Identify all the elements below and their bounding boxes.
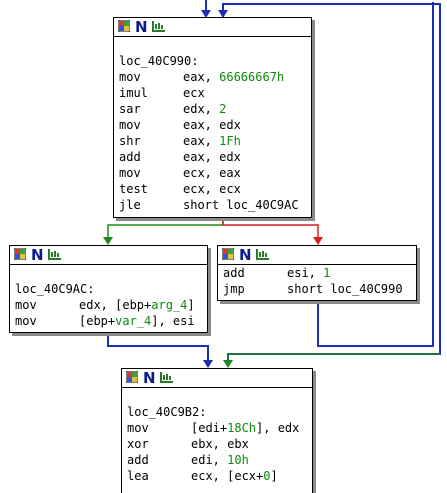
instruction-line[interactable]: test ecx, ecx [119, 181, 307, 197]
operand[interactable]: eax, edx [183, 118, 241, 132]
instruction-line[interactable]: jmp short loc_40C990 [223, 281, 412, 297]
immediate-value[interactable]: 10h [227, 453, 249, 467]
n-letter-icon: N [31, 246, 44, 264]
instruction-line[interactable]: mov edx, [ebp+arg_4] [15, 297, 203, 313]
edge-false-branch-arrow [313, 237, 323, 245]
node-header[interactable]: N [10, 246, 207, 265]
operand[interactable]: short loc_40C9AC [183, 198, 299, 212]
instruction-line[interactable]: lea ecx, [ecx+0] [127, 468, 308, 484]
stack-variable[interactable]: var_4 [115, 314, 151, 328]
code-label[interactable]: loc_40C9AC: [15, 281, 203, 297]
graph-grid-icon [222, 248, 234, 260]
instruction-line[interactable]: mov [edi+18Ch], edx [127, 420, 308, 436]
instruction-line[interactable]: add eax, edx [119, 149, 307, 165]
operand[interactable]: [ebp+ [79, 314, 115, 328]
instruction-line[interactable]: mov eax, 66666667h [119, 69, 307, 85]
mnemonic[interactable]: lea [127, 468, 191, 484]
mnemonic[interactable]: mov [119, 165, 183, 181]
node-header[interactable]: N [114, 18, 311, 37]
operand[interactable]: edi, [191, 453, 227, 467]
instruction-line[interactable]: jle short loc_40C9AC [119, 197, 307, 213]
graph-grid-icon [126, 371, 138, 383]
edge-green-merge-arrow [223, 360, 233, 368]
mnemonic[interactable]: imul [119, 85, 183, 101]
operand[interactable]: edx, [183, 102, 219, 116]
operand[interactable]: edx, [ebp+ [79, 298, 151, 312]
stack-variable[interactable]: arg_4 [151, 298, 187, 312]
operand[interactable]: eax, [183, 134, 219, 148]
mnemonic[interactable]: test [119, 181, 183, 197]
immediate-value[interactable]: 2 [219, 102, 226, 116]
instruction-line[interactable]: imul ecx [119, 85, 307, 101]
mnemonic[interactable]: sar [119, 101, 183, 117]
mnemonic[interactable]: shr [119, 133, 183, 149]
operand[interactable]: eax, edx [183, 150, 241, 164]
label-icon [48, 249, 61, 260]
mnemonic[interactable]: xor [127, 436, 191, 452]
graph-grid-icon [14, 248, 26, 260]
instruction-line[interactable]: sar edx, 2 [119, 101, 307, 117]
label-icon [152, 21, 165, 32]
instruction-line[interactable]: mov [ebp+var_4], esi [15, 313, 203, 329]
label-icon [160, 372, 173, 383]
instruction-line[interactable]: mov eax, edx [119, 117, 307, 133]
code-label[interactable]: loc_40C9B2: [127, 404, 308, 420]
graph-node-add-esi[interactable]: N add esi, 1 jmp short loc_40C990 [217, 245, 417, 301]
graph-node-loc-40c990[interactable]: N loc_40C990: mov eax, 66666667h imul ecx sa… [113, 17, 312, 218]
n-letter-icon: N [143, 369, 156, 387]
operand[interactable]: eax, [183, 70, 219, 84]
mnemonic[interactable]: mov [15, 313, 79, 329]
mnemonic[interactable]: add [119, 149, 183, 165]
immediate-value[interactable]: 66666667h [219, 70, 284, 84]
edge-true-branch-arrow [103, 237, 113, 245]
operand[interactable]: ecx, [ecx+ [191, 469, 263, 483]
mnemonic[interactable]: mov [127, 420, 191, 436]
node-header[interactable]: N [122, 369, 312, 388]
n-letter-icon: N [239, 246, 252, 264]
instruction-line[interactable]: shr eax, 1Fh [119, 133, 307, 149]
operand[interactable]: ] [187, 298, 194, 312]
instruction-line[interactable]: mov ecx, eax [119, 165, 307, 181]
operand[interactable]: ] [270, 469, 277, 483]
label-icon [256, 249, 269, 260]
graph-node-loc-40c9ac[interactable]: N loc_40C9AC: mov edx, [ebp+arg_4] mov [ebp… [9, 245, 208, 333]
operand[interactable]: ebx, ebx [191, 437, 249, 451]
edge-true-branch [107, 216, 224, 237]
immediate-value[interactable]: 1 [323, 266, 330, 280]
operand[interactable]: ecx, ecx [183, 182, 241, 196]
mnemonic[interactable]: add [223, 265, 287, 281]
operand[interactable]: esi, [287, 266, 323, 280]
immediate-value[interactable]: 1Fh [219, 134, 241, 148]
node-body: add esi, 1 jmp short loc_40C990 [218, 265, 416, 297]
immediate-value[interactable]: 18Ch [227, 421, 256, 435]
edge-fallthrough [107, 333, 209, 360]
operand[interactable]: ], edx [256, 421, 299, 435]
operand[interactable]: ], esi [151, 314, 194, 328]
mnemonic[interactable]: jmp [223, 281, 287, 297]
node-body: loc_40C9B2: mov [edi+18Ch], edx xor ebx, eb… [122, 388, 312, 484]
graph-node-loc-40c9b2[interactable]: N loc_40C9B2: mov [edi+18Ch], edx xor ebx, … [121, 368, 313, 493]
mnemonic[interactable]: add [127, 452, 191, 468]
node-header[interactable]: N [218, 246, 416, 265]
node-body: loc_40C990: mov eax, 66666667h imul ecx sar e… [114, 37, 311, 213]
graph-grid-icon [118, 20, 130, 32]
node-body: loc_40C9AC: mov edx, [ebp+arg_4] mov [ebp+v… [10, 265, 207, 329]
operand[interactable]: [edi+ [191, 421, 227, 435]
mnemonic[interactable]: mov [15, 297, 79, 313]
operand[interactable]: short loc_40C990 [287, 282, 403, 296]
n-letter-icon: N [135, 18, 148, 36]
edge-fallthrough-arrow [203, 360, 213, 368]
edge-false-branch [222, 216, 319, 237]
instruction-line[interactable]: add esi, 1 [223, 265, 412, 281]
code-label[interactable]: loc_40C990: [119, 53, 307, 69]
mnemonic[interactable]: mov [119, 69, 183, 85]
mnemonic[interactable]: jle [119, 197, 183, 213]
operand[interactable]: ecx, eax [183, 166, 241, 180]
instruction-line[interactable]: add edi, 10h [127, 452, 308, 468]
instruction-line[interactable]: xor ebx, ebx [127, 436, 308, 452]
operand[interactable]: ecx [183, 86, 205, 100]
mnemonic[interactable]: mov [119, 117, 183, 133]
